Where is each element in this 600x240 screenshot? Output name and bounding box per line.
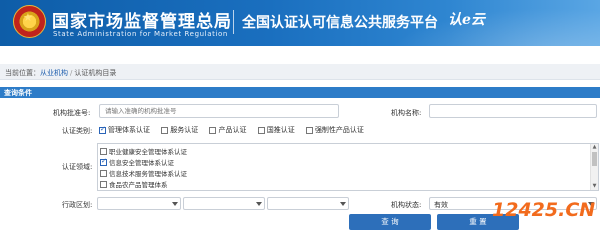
checkbox[interactable] — [257, 126, 265, 134]
breadcrumb-item-directory: 认证机构目录 — [74, 69, 117, 77]
status-label: 机构状态: — [391, 201, 422, 209]
header-banner: ★ 国家市场监督管理总局 State Administration for Ma… — [0, 0, 600, 46]
chevron-down-icon — [172, 202, 178, 206]
national-emblem-icon: ★ — [13, 5, 46, 38]
region-district-select[interactable] — [267, 197, 349, 210]
approval-no-label: 机构批准号: — [53, 109, 91, 117]
breadcrumb-item-practitioner[interactable]: 从业机构 — [40, 69, 68, 77]
cert-field-item[interactable]: 食品农产品管理体系 — [100, 179, 168, 189]
region-label: 行政区划: — [62, 201, 93, 209]
institution-name-label: 机构名称: — [391, 109, 422, 117]
cert-type-compulsory[interactable]: 强制性产品认证 — [305, 125, 364, 135]
checkbox[interactable] — [209, 126, 217, 134]
checkbox[interactable] — [305, 126, 313, 134]
agency-name-cn[interactable]: 国家市场监督管理总局 — [52, 7, 232, 32]
breadcrumb-prefix: 当前位置： — [5, 69, 40, 77]
search-button[interactable]: 查 询 — [349, 214, 431, 230]
approval-no-input[interactable] — [99, 104, 339, 118]
cert-field-item[interactable]: 信息技术服务管理体系认证 — [100, 168, 187, 178]
list-scrollbar[interactable]: ▲ ▼ — [590, 144, 598, 190]
query-panel-header: 查询条件 — [0, 87, 600, 98]
scroll-down-arrow-icon[interactable]: ▼ — [591, 183, 598, 190]
breadcrumb: 当前位置：从业机构 / 认证机构目录 — [5, 68, 116, 78]
site-watermark: 12425.CN — [492, 199, 596, 221]
region-province-select[interactable] — [97, 197, 181, 210]
header-divider — [233, 10, 234, 34]
renzheng-cloud-logo: 认e云 — [448, 12, 485, 28]
platform-title[interactable]: 全国认证认可信息公共服务平台 — [242, 12, 438, 32]
chevron-down-icon — [256, 202, 262, 206]
cert-field-item[interactable]: 信息安全管理体系认证 — [100, 157, 174, 167]
chevron-down-icon — [340, 202, 346, 206]
cert-type-group: 管理体系认证 服务认证 产品认证 国推认证 强制性产品认证 — [99, 125, 373, 136]
scroll-thumb[interactable] — [592, 152, 597, 166]
cert-type-label: 认证类别: — [62, 127, 93, 135]
cert-type-service[interactable]: 服务认证 — [161, 125, 198, 135]
scroll-up-arrow-icon[interactable]: ▲ — [591, 144, 598, 151]
breadcrumb-separator: / — [70, 69, 73, 77]
checkbox[interactable] — [100, 169, 107, 177]
checkbox[interactable] — [100, 180, 107, 188]
cert-type-management[interactable]: 管理体系认证 — [99, 125, 150, 135]
cert-field-label: 认证领域: — [62, 163, 93, 171]
checkbox[interactable] — [99, 125, 106, 134]
breadcrumb-bar: 当前位置：从业机构 / 认证机构目录 — [0, 64, 600, 80]
cert-field-item[interactable]: 职业健康安全管理体系认证 — [100, 146, 187, 156]
cert-type-national[interactable]: 国推认证 — [257, 125, 295, 135]
checkbox[interactable] — [100, 147, 107, 155]
institution-name-input[interactable] — [429, 104, 597, 118]
region-city-select[interactable] — [183, 197, 265, 210]
query-panel-title: 查询条件 — [4, 89, 32, 97]
agency-name-en: State Administration for Market Regulati… — [53, 30, 228, 38]
emblem-star-icon: ★ — [23, 11, 33, 24]
cert-field-list[interactable]: 职业健康安全管理体系认证 信息安全管理体系认证 信息技术服务管理体系认证 食品农… — [97, 143, 599, 191]
cert-type-product[interactable]: 产品认证 — [209, 125, 246, 135]
checkbox[interactable] — [100, 157, 107, 166]
checkbox[interactable] — [161, 126, 169, 134]
